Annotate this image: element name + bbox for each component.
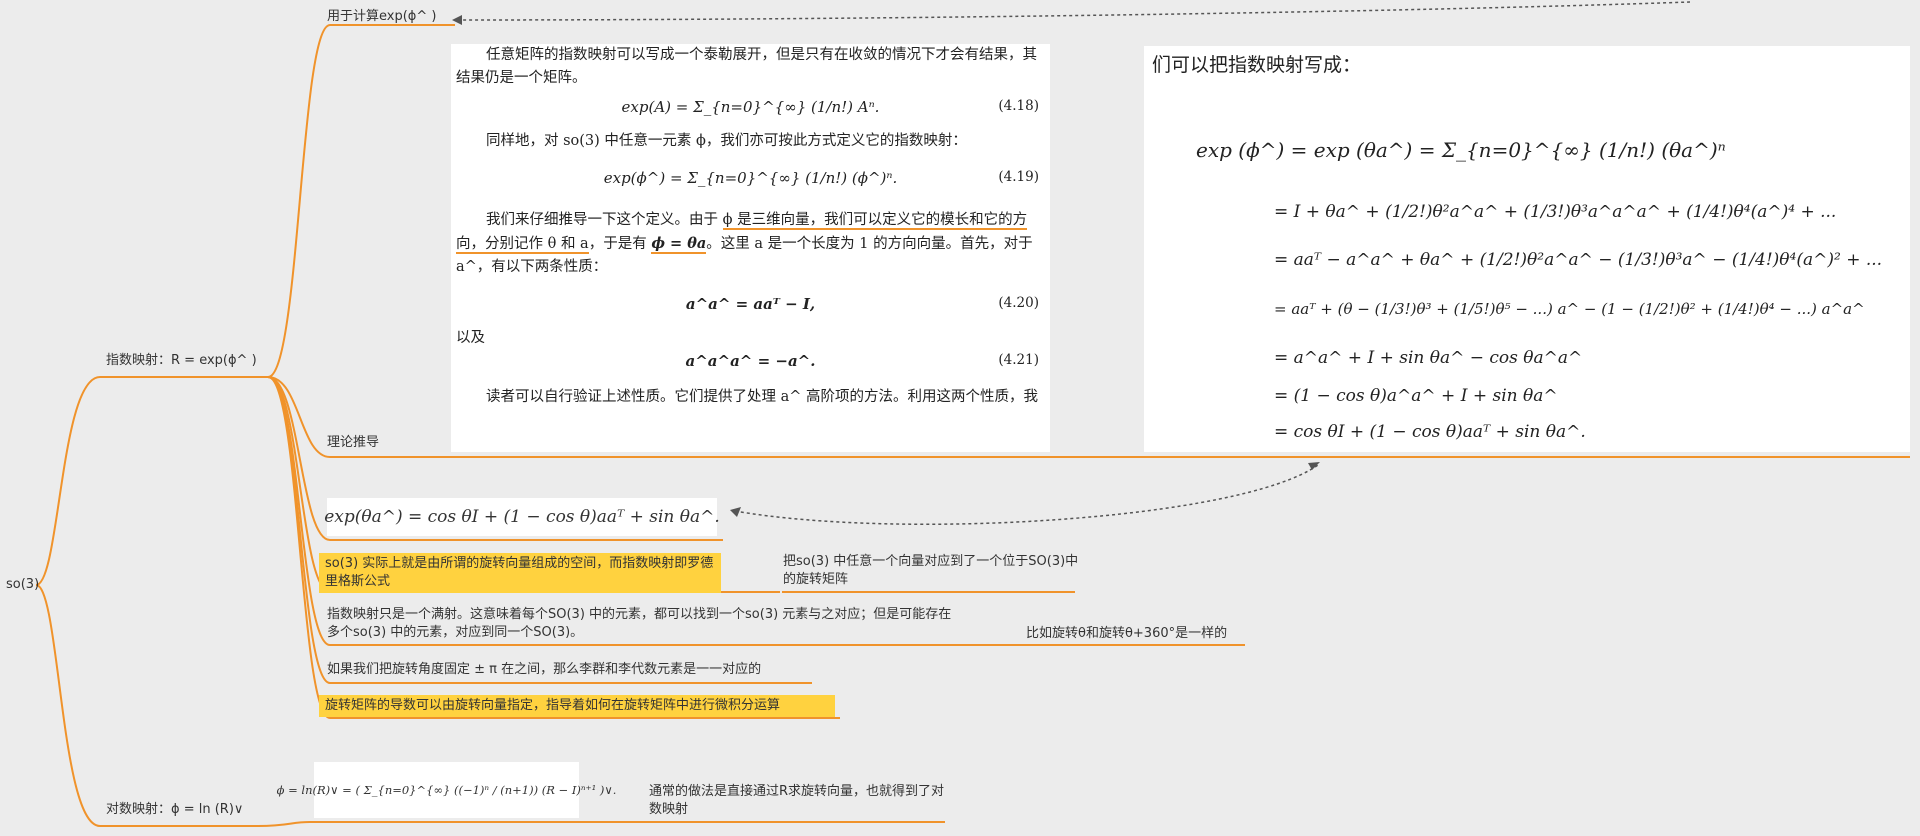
eq-4-19-number: (4.19) <box>998 169 1039 185</box>
node-so3-rotation-vector-space[interactable]: so(3) 实际上就是由所谓的旋转向量组成的空间，而指数映射即罗德里格斯公式 <box>319 553 721 593</box>
para-yiji: 以及 <box>456 330 485 346</box>
para-taylor: 任意矩阵的指数映射可以写成一个泰勒展开，但是只有在收敛的情况下才会有结果，其结果… <box>456 47 1037 86</box>
para-verify: 读者可以自行验证上述性质。它们提供了处理 a^ 高阶项的方法。利用这两个性质，我 <box>486 389 1039 405</box>
eq-4-19-body: exp(ϕ^) = Σ_{n=0}^{∞} (1/n!) (ϕ^)ⁿ. <box>603 169 898 187</box>
derivation-heading: 们可以把指数映射写成： <box>1152 54 1362 76</box>
derivation-line-6: = (1 − cos θ)a^a^ + I + sin θa^ <box>1274 386 1558 406</box>
log-map-formula-node[interactable]: ϕ = ln(R)∨ = ( Σ_{n=0}^{∞} ((−1)ⁿ / (n+1… <box>277 762 616 818</box>
equation-4-18: exp(A) = Σ_{n=0}^{∞} (1/n!) Aⁿ. (4.18) <box>456 90 1045 126</box>
node-so3-mapping-note[interactable]: 把so(3) 中任意一个向量对应到了一个位于SO(3)中的旋转矩阵 <box>783 553 1083 589</box>
equation-4-21: a^a^a^ = −a^. (4.21) <box>456 350 1045 380</box>
para-derivation: 我们来仔细推导一下这个定义。由于 ϕ 是三维向量，我们可以定义它的模长和它的方向… <box>456 209 1045 279</box>
derivation-line-1: exp (ϕ^) = exp (θa^) = Σ_{n=0}^{∞} (1/n!… <box>1196 138 1726 162</box>
derivation-line-7: = cos θI + (1 − cos θ)aaᵀ + sin θa^. <box>1274 422 1586 442</box>
eq-4-18-body: exp(A) = Σ_{n=0}^{∞} (1/n!) Aⁿ. <box>621 98 880 116</box>
para-derivation-a: 我们来仔细推导一下这个定义。由于 <box>486 212 723 228</box>
eq-4-18-number: (4.18) <box>998 98 1039 114</box>
branch-log-map[interactable]: 对数映射：ϕ = ln (R)∨ <box>106 801 243 819</box>
eq-4-21-body: a^a^a^ = −a^. <box>685 352 816 370</box>
para-so3-def: 同样地，对 so(3) 中任意一元素 ϕ，我们亦可按此方式定义它的指数映射： <box>486 133 967 149</box>
node-theory[interactable]: 理论推导 <box>327 434 379 452</box>
derivation-panel: 们可以把指数映射写成： exp (ϕ^) = exp (θa^) = Σ_{n=… <box>1144 46 1910 452</box>
node-surjective[interactable]: 指数映射只是一个满射。这意味着每个SO(3) 中的元素，都可以找到一个so(3)… <box>327 606 957 642</box>
node-log-map-note[interactable]: 通常的做法是直接通过R求旋转向量，也就得到了对数映射 <box>649 783 949 819</box>
branch-exp-map[interactable]: 指数映射：R = exp(ϕ^ ) <box>106 352 257 370</box>
derivation-line-5: = a^a^ + I + sin θa^ − cos θa^a^ <box>1274 348 1583 368</box>
para-derivation-b: ，于是有 <box>588 236 652 252</box>
dashed-link-rodrigues <box>734 464 1319 525</box>
connector-compute <box>267 24 455 378</box>
derivation-line-2: = I + θa^ + (1/2!)θ²a^a^ + (1/3!)θ³a^a^a… <box>1274 202 1837 222</box>
equation-4-20: a^a^ = aaᵀ − I, (4.20) <box>456 279 1045 327</box>
eq-4-20-body: a^a^ = aaᵀ − I, <box>685 295 816 313</box>
node-bijection[interactable]: 如果我们把旋转角度固定 ± π 在之间，那么李群和李代数元素是一一对应的 <box>327 661 761 679</box>
derivation-line-4: = aaᵀ + (θ − (1/3!)θ³ + (1/5!)θ⁵ − ...) … <box>1274 300 1865 318</box>
derivation-line-3: = aaᵀ − a^a^ + θa^ + (1/2!)θ²a^a^ − (1/3… <box>1274 250 1883 270</box>
para-derivation-eq: ϕ = θa <box>651 235 707 254</box>
connector-root-log <box>35 584 260 827</box>
rodrigues-formula-node[interactable]: exp(θa^) = cos θI + (1 − cos θ)aaᵀ + sin… <box>324 498 720 536</box>
node-surjective-example[interactable]: 比如旋转θ和旋转θ+360°是一样的 <box>1026 625 1227 643</box>
eq-4-20-number: (4.20) <box>998 295 1039 311</box>
textbook-excerpt-panel: 任意矩阵的指数映射可以写成一个泰勒展开，但是只有在收敛的情况下才会有结果，其结果… <box>451 44 1050 452</box>
eq-4-21-number: (4.21) <box>998 352 1039 368</box>
node-compute-exp[interactable]: 用于计算exp(ϕ^ ) <box>327 8 436 26</box>
connector-root-exp <box>35 376 270 586</box>
dashed-link-compute <box>454 1 1691 21</box>
equation-4-19: exp(ϕ^) = Σ_{n=0}^{∞} (1/n!) (ϕ^)ⁿ. (4.1… <box>456 153 1045 205</box>
root-node-so3[interactable]: so(3) <box>6 576 39 594</box>
node-derivative-note[interactable]: 旋转矩阵的导数可以由旋转向量指定，指导着如何在旋转矩阵中进行微积分运算 <box>319 695 835 717</box>
connector-log-note <box>257 821 945 827</box>
